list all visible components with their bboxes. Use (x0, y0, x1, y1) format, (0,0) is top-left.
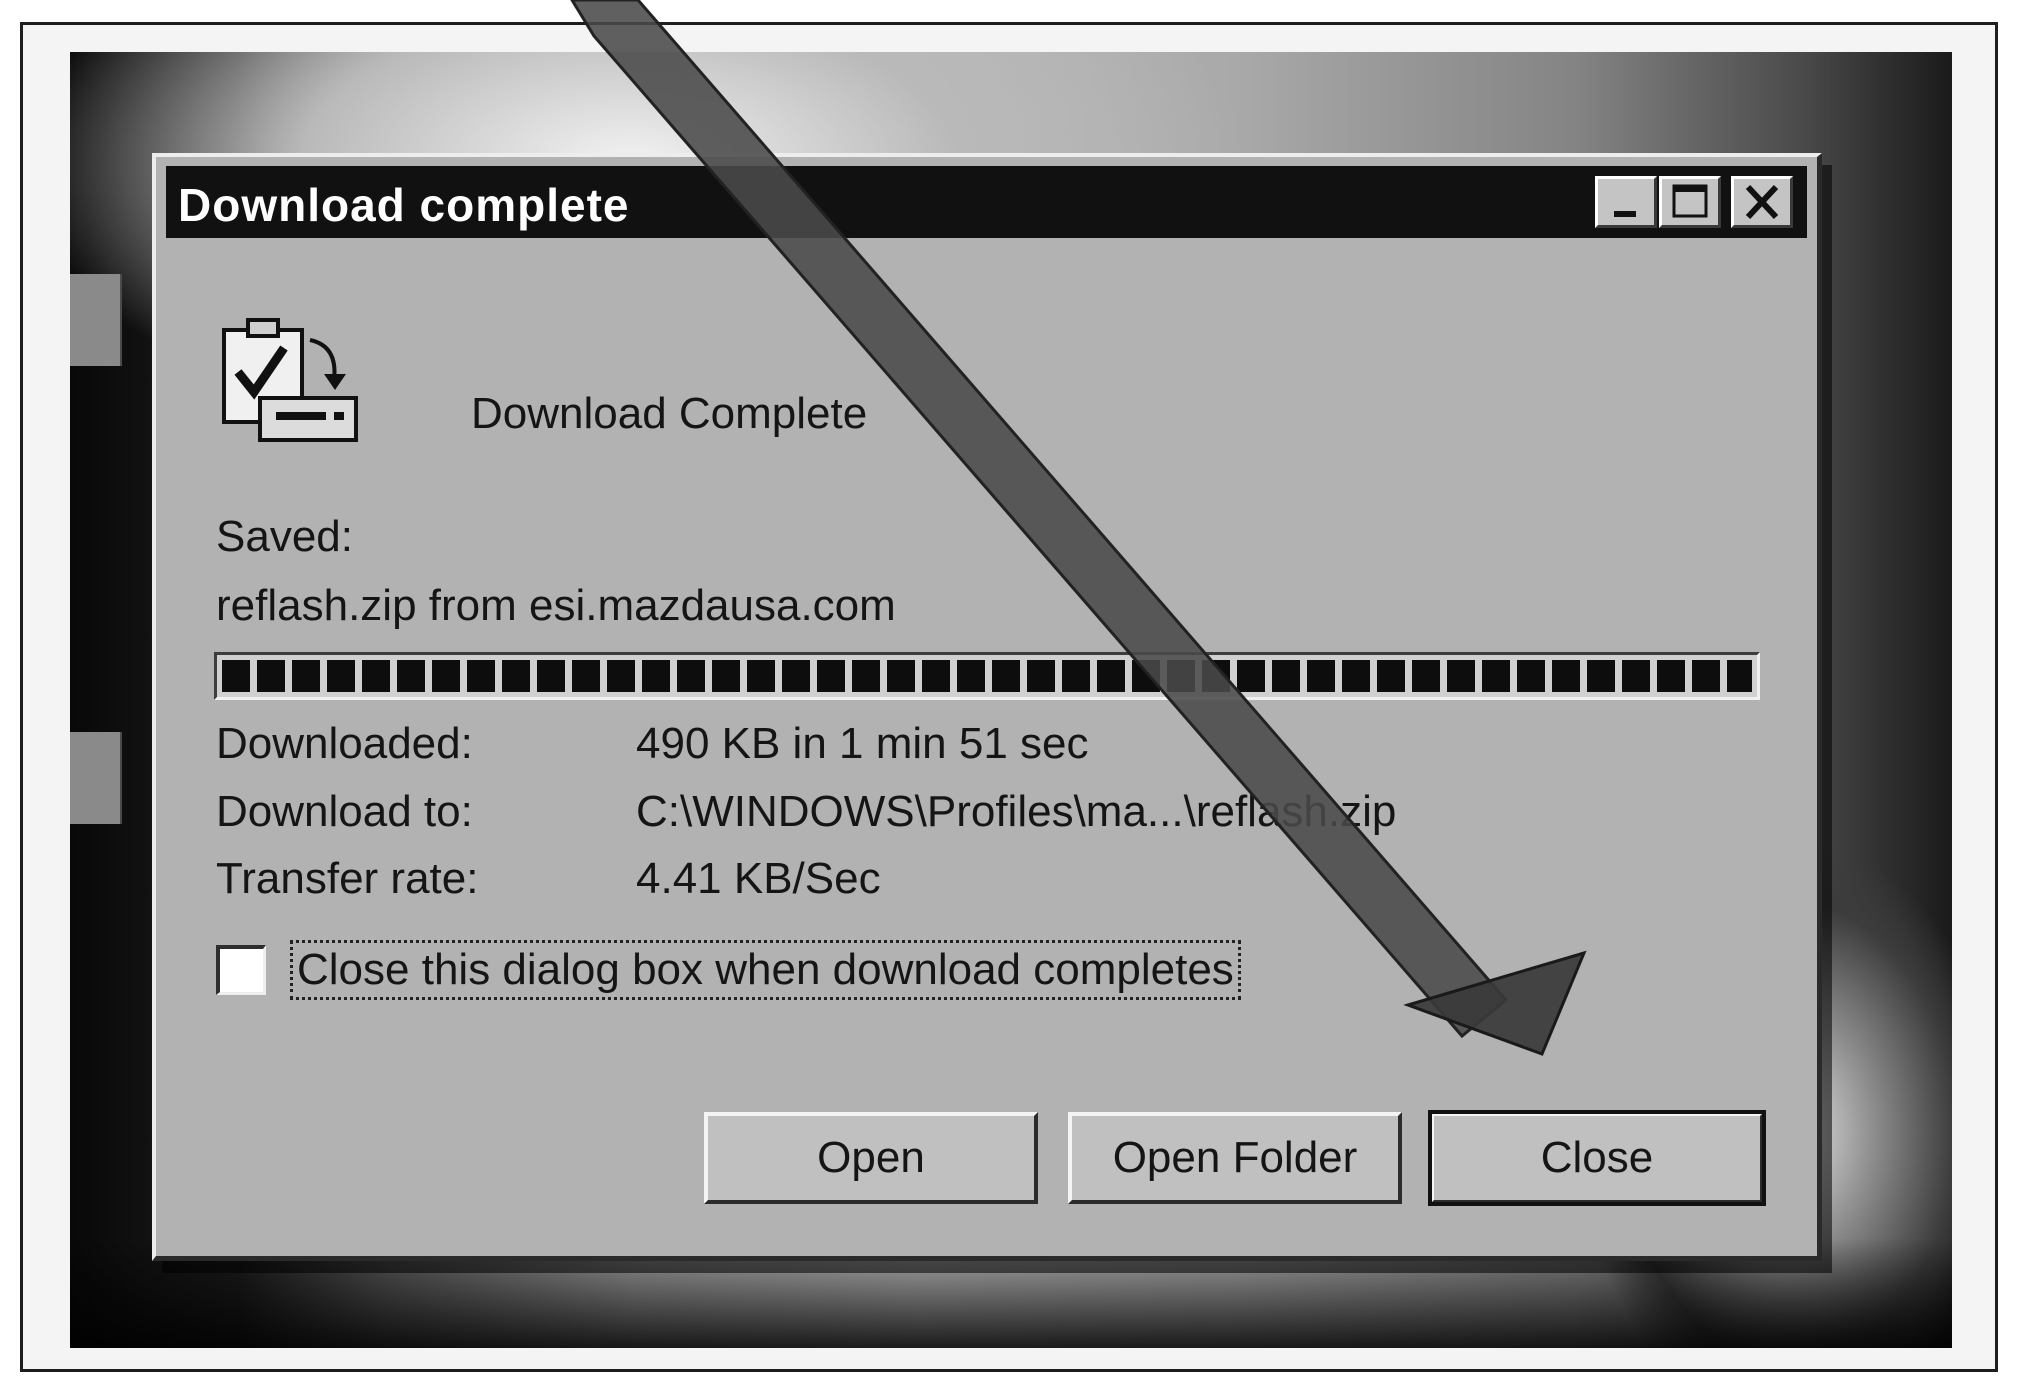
maximize-button[interactable] (1659, 176, 1721, 228)
download-complete-dialog: Download complete Download Complete Save… (152, 153, 1822, 1261)
title-bar[interactable]: Download complete (166, 166, 1807, 238)
close-button[interactable]: Close (1428, 1110, 1766, 1206)
download-complete-icon (222, 318, 358, 442)
close-when-complete-label[interactable]: Close this dialog box when download comp… (290, 940, 1241, 1000)
dialog-heading: Download Complete (471, 389, 868, 438)
minimize-button[interactable] (1595, 176, 1657, 228)
saved-file-info: reflash.zip from esi.mazdausa.com (216, 581, 896, 630)
transfer-rate-value: 4.41 KB/Sec (636, 854, 881, 903)
download-to-value: C:\WINDOWS\Profiles\ma...\reflash.zip (636, 787, 1397, 836)
minimize-icon (1614, 211, 1636, 217)
close-icon (1745, 184, 1779, 220)
title-close-button[interactable] (1731, 176, 1793, 228)
maximize-icon (1672, 184, 1708, 218)
transfer-rate-label: Transfer rate: (216, 854, 479, 903)
side-tab (70, 732, 122, 824)
downloaded-label: Downloaded: (216, 719, 473, 768)
open-button[interactable]: Open (704, 1112, 1038, 1204)
downloaded-value: 490 KB in 1 min 51 sec (636, 719, 1089, 768)
close-when-complete-checkbox[interactable] (216, 945, 266, 995)
saved-label: Saved: (216, 512, 353, 561)
window-title: Download complete (178, 179, 630, 231)
side-tab (70, 274, 122, 366)
progress-fill (222, 660, 1752, 692)
download-to-label: Download to: (216, 787, 473, 836)
open-folder-button[interactable]: Open Folder (1068, 1112, 1402, 1204)
progress-bar (214, 652, 1760, 700)
